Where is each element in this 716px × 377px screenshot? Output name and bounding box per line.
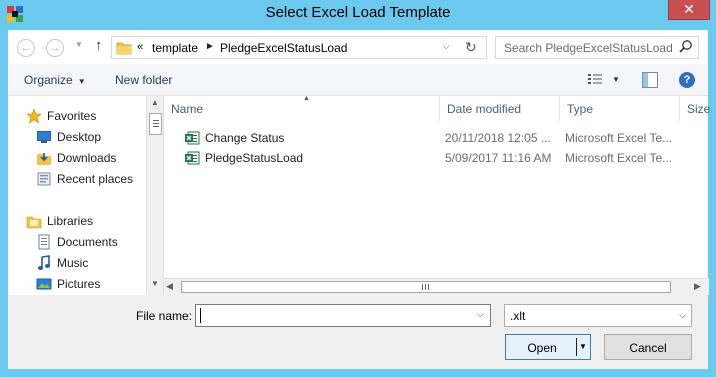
- up-button[interactable]: ↑: [95, 37, 103, 54]
- file-date-modified: 5/09/2017 11:16 AM: [445, 151, 552, 165]
- column-header-type[interactable]: Type: [560, 96, 680, 121]
- libraries-icon: [26, 216, 42, 229]
- breadcrumb-overflow[interactable]: «: [137, 41, 143, 53]
- sidebar-item-label: Documents: [57, 235, 118, 249]
- dialog-client: ← → ▼ ↑ « template ► PledgeExcelStatusLo…: [8, 30, 711, 369]
- sort-ascending-icon: ▲: [303, 95, 310, 102]
- scrollbar-thumb[interactable]: [149, 113, 162, 135]
- star-icon: [26, 108, 42, 124]
- sidebar-item-downloads[interactable]: Downloads: [8, 148, 146, 168]
- recent-places-icon: [37, 172, 51, 186]
- column-header-label: Type: [567, 102, 594, 116]
- file-list-horizontal-scrollbar[interactable]: ◀ ▶: [164, 278, 709, 295]
- preview-pane-icon[interactable]: [642, 72, 658, 88]
- file-name-label: File name:: [136, 309, 193, 323]
- file-type-value: .xlt: [510, 309, 526, 323]
- back-button[interactable]: ←: [17, 39, 35, 57]
- sidebar-item-libraries[interactable]: Libraries: [8, 211, 146, 231]
- breadcrumb-current-folder[interactable]: PledgeExcelStatusLoad: [220, 41, 347, 55]
- breadcrumb-separator[interactable]: ►: [205, 41, 215, 52]
- cancel-button[interactable]: Cancel: [604, 334, 692, 360]
- dialog-window: Select Excel Load Template ✕ ← → ▼ ↑ « t…: [0, 0, 716, 377]
- navigation-bar: ← → ▼ ↑ « template ► PledgeExcelStatusLo…: [8, 30, 708, 64]
- file-date-modified: 20/11/2018 12:05 ...: [445, 131, 551, 145]
- organize-label: Organize: [24, 73, 73, 87]
- music-icon: [38, 255, 50, 270]
- open-button-label: Open: [527, 341, 557, 355]
- file-type-select[interactable]: .xlt ⌵: [504, 304, 692, 327]
- recent-locations-dropdown[interactable]: ▼: [75, 40, 83, 49]
- sidebar-item-label: Music: [57, 256, 89, 270]
- documents-icon: [38, 234, 50, 250]
- scroll-left-arrow-icon[interactable]: ◀: [166, 281, 173, 292]
- view-options-caret-icon[interactable]: ▼: [612, 75, 620, 84]
- organize-menu[interactable]: Organize ▼: [24, 73, 86, 87]
- column-header-label: Name: [171, 102, 204, 116]
- sidebar-item-label: Pictures: [57, 277, 101, 291]
- refresh-icon[interactable]: ↻: [465, 39, 477, 56]
- scroll-down-arrow-icon[interactable]: ▼: [147, 279, 163, 293]
- sidebar-item-documents[interactable]: Documents: [8, 232, 146, 252]
- excel-template-icon: [185, 131, 200, 145]
- text-cursor: [200, 308, 201, 323]
- file-name-input[interactable]: [195, 304, 491, 327]
- search-icon[interactable]: [678, 39, 694, 55]
- sidebar-item-favorites[interactable]: Favorites: [8, 106, 146, 126]
- desktop-icon: [37, 131, 51, 143]
- navigation-pane: Favorites Desktop Downloads Recent place…: [8, 96, 146, 295]
- title-bar[interactable]: Select Excel Load Template ✕: [0, 0, 716, 28]
- file-type-dropdown-icon[interactable]: ⌵: [679, 310, 686, 321]
- organize-caret-icon: ▼: [77, 77, 86, 86]
- search-placeholder: Search PledgeExcelStatusLoad: [504, 41, 673, 55]
- file-list: Name ▲ Date modified Type Size Change St…: [163, 95, 711, 295]
- open-button[interactable]: Open ▼: [505, 334, 591, 360]
- sidebar-item-label: Favorites: [47, 109, 97, 123]
- scrollbar-thumb[interactable]: [181, 281, 671, 293]
- file-name: PledgeStatusLoad: [205, 151, 304, 165]
- file-row[interactable]: PledgeStatusLoad 5/09/2017 11:16 AM Micr…: [164, 148, 709, 168]
- scroll-up-arrow-icon[interactable]: ▲: [147, 98, 163, 112]
- folder-icon: [116, 42, 132, 55]
- sidebar-item-label: Recent places: [57, 172, 134, 186]
- file-name: Change Status: [205, 131, 285, 145]
- window-title: Select Excel Load Template: [265, 4, 451, 21]
- file-dialog-footer: File name: ⌵ .xlt ⌵ Open ▼ Cancel: [8, 295, 708, 369]
- open-options-dropdown-icon[interactable]: ▼: [579, 342, 587, 351]
- change-view-icon[interactable]: [587, 73, 603, 87]
- scroll-right-arrow-icon[interactable]: ▶: [694, 281, 701, 292]
- command-bar: Organize ▼ New folder ▼ ?: [8, 64, 708, 96]
- file-type: Microsoft Excel Te...: [565, 131, 673, 145]
- search-box[interactable]: Search PledgeExcelStatusLoad: [495, 36, 699, 59]
- excel-template-icon: [185, 151, 200, 165]
- close-button[interactable]: ✕: [668, 0, 710, 20]
- sidebar-item-label: Downloads: [57, 151, 117, 165]
- pictures-icon: [36, 278, 52, 290]
- navigation-pane-scrollbar[interactable]: ▲ ▼: [146, 96, 163, 295]
- sidebar-item-recent-places[interactable]: Recent places: [8, 169, 146, 189]
- column-header-size[interactable]: Size: [680, 96, 711, 121]
- address-dropdown-icon[interactable]: ⌵: [443, 41, 450, 52]
- sidebar-item-label: Desktop: [57, 130, 102, 144]
- column-header-label: Date modified: [447, 102, 522, 116]
- column-header-label: Size: [687, 102, 711, 116]
- column-header-name[interactable]: Name ▲: [164, 95, 440, 121]
- downloads-icon: [37, 153, 51, 165]
- breadcrumb-template[interactable]: template: [152, 41, 198, 55]
- sidebar-item-music[interactable]: Music: [8, 253, 146, 273]
- file-name-dropdown-icon[interactable]: ⌵: [477, 309, 484, 320]
- new-folder-button[interactable]: New folder: [115, 73, 172, 87]
- help-icon[interactable]: ?: [679, 72, 695, 88]
- file-row[interactable]: Change Status 20/11/2018 12:05 ... Micro…: [164, 128, 709, 148]
- sidebar-item-label: Libraries: [47, 214, 94, 228]
- column-header-date-modified[interactable]: Date modified: [440, 96, 560, 121]
- file-type: Microsoft Excel Te...: [565, 151, 673, 165]
- forward-button[interactable]: →: [46, 39, 64, 57]
- cancel-button-label: Cancel: [629, 341, 667, 355]
- browser-area: Favorites Desktop Downloads Recent place…: [8, 95, 711, 295]
- sidebar-item-pictures[interactable]: Pictures: [8, 274, 146, 294]
- address-bar[interactable]: « template ► PledgeExcelStatusLoad ⌵ ↻: [111, 36, 487, 59]
- sidebar-item-desktop[interactable]: Desktop: [8, 127, 146, 147]
- split-divider: [576, 338, 577, 356]
